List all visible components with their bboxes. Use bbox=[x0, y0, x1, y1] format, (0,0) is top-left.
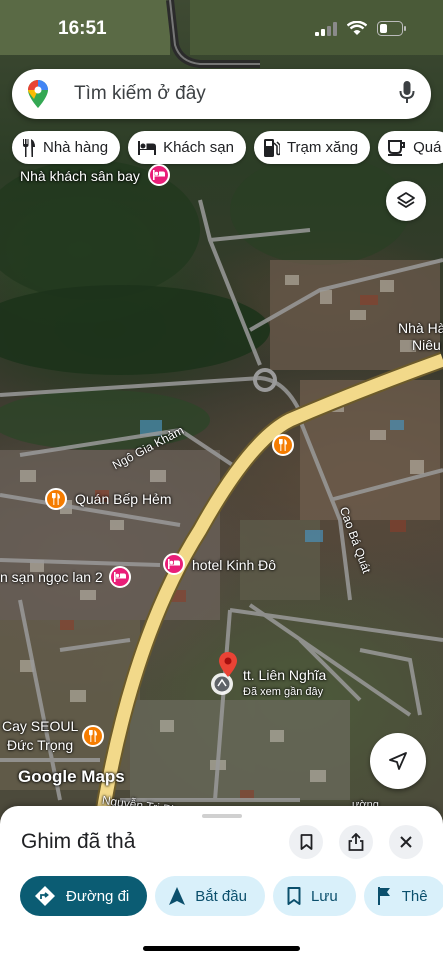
hotel-icon bbox=[138, 140, 157, 155]
chip-label: Quá bbox=[413, 139, 442, 156]
status-icons bbox=[315, 21, 407, 36]
flag-icon bbox=[377, 887, 390, 905]
microphone-icon[interactable] bbox=[399, 81, 415, 105]
search-input[interactable]: Tìm kiếm ở đây bbox=[74, 83, 206, 105]
chip-cafes[interactable]: Quá bbox=[378, 131, 443, 164]
save-button[interactable]: Lưu bbox=[272, 876, 356, 916]
battery-icon bbox=[377, 21, 406, 36]
poi-label[interactable]: Nhà Hà bbox=[398, 320, 443, 336]
save-bookmark-button[interactable] bbox=[289, 825, 323, 859]
map-layers-button[interactable] bbox=[386, 181, 426, 221]
map-canvas bbox=[0, 0, 443, 830]
location-arrow-icon bbox=[389, 752, 407, 770]
gas-station-icon bbox=[263, 138, 280, 157]
sheet-title: Ghim đã thả bbox=[21, 830, 136, 853]
status-time: 16:51 bbox=[58, 18, 107, 39]
google-maps-pin-logo-icon bbox=[28, 80, 48, 108]
restaurant-poi-icon[interactable] bbox=[82, 725, 104, 747]
chip-label: Trạm xăng bbox=[286, 139, 359, 156]
google-maps-attribution: Google Maps bbox=[18, 767, 125, 786]
poi-label[interactable]: Quán Bếp Hẻm bbox=[75, 491, 172, 507]
chip-restaurants[interactable]: Nhà hàng bbox=[12, 131, 121, 164]
chip-gas-stations[interactable]: Trạm xăng bbox=[253, 131, 371, 164]
poi-label[interactable]: Niêu bbox=[412, 337, 441, 353]
chip-label: Nhà hàng bbox=[43, 139, 109, 156]
bookmark-icon bbox=[287, 887, 301, 905]
poi-label[interactable]: n sạn ngọc lan 2 bbox=[0, 569, 103, 585]
directions-icon bbox=[35, 886, 55, 906]
poi-label[interactable]: hotel Kinh Đô bbox=[192, 557, 276, 573]
action-label: Đường đi bbox=[66, 887, 130, 905]
poi-label[interactable]: Nhà khách sân bay bbox=[20, 168, 140, 184]
layers-icon bbox=[397, 192, 415, 208]
hotel-poi-icon[interactable] bbox=[148, 164, 170, 186]
pin-label[interactable]: tt. Liên Nghĩa bbox=[243, 667, 326, 683]
action-label: Thê bbox=[401, 887, 428, 905]
search-bar[interactable]: Tìm kiếm ở đây bbox=[12, 69, 431, 119]
chip-hotels[interactable]: Khách sạn bbox=[128, 131, 246, 164]
hotel-poi-icon[interactable] bbox=[109, 566, 131, 588]
chip-label: Khách sạn bbox=[163, 139, 234, 156]
home-indicator bbox=[143, 946, 300, 951]
status-bar: 16:51 bbox=[0, 0, 443, 60]
navigation-arrow-icon bbox=[169, 887, 186, 905]
restaurant-icon bbox=[23, 138, 35, 157]
close-icon bbox=[400, 836, 412, 848]
start-navigation-button[interactable]: Bắt đầu bbox=[155, 876, 265, 916]
action-label: Lưu bbox=[310, 887, 338, 905]
cafe-icon bbox=[388, 139, 406, 156]
share-icon bbox=[348, 833, 364, 851]
drag-handle[interactable] bbox=[202, 814, 242, 818]
add-label-button[interactable]: Thê bbox=[363, 876, 443, 916]
pin-sublabel: Đã xem gần đây bbox=[243, 686, 324, 698]
wifi-icon bbox=[347, 21, 367, 35]
directions-button[interactable]: Đường đi bbox=[20, 876, 148, 916]
share-button[interactable] bbox=[339, 825, 373, 859]
close-button[interactable] bbox=[389, 825, 423, 859]
hotel-poi-icon[interactable] bbox=[163, 553, 185, 575]
my-location-button[interactable] bbox=[370, 733, 426, 789]
bookmark-icon bbox=[300, 834, 312, 850]
map-view[interactable]: 16:51 Tìm kiếm ở đây Nhà hàng Khách sạn … bbox=[0, 0, 443, 830]
poi-label[interactable]: Đức Trọng bbox=[7, 737, 73, 753]
restaurant-poi-icon[interactable] bbox=[45, 488, 67, 510]
action-label: Bắt đầu bbox=[195, 887, 247, 905]
bottom-sheet[interactable]: Ghim đã thả Đường đi Bắt đầu Lưu Thê bbox=[0, 806, 443, 960]
action-buttons: Đường đi Bắt đầu Lưu Thê bbox=[20, 876, 443, 916]
poi-label[interactable]: Cay SEOUL bbox=[2, 718, 78, 734]
category-chips: Nhà hàng Khách sạn Trạm xăng Quá bbox=[12, 131, 443, 165]
restaurant-poi-icon[interactable] bbox=[272, 434, 294, 456]
cellular-signal-icon bbox=[315, 21, 337, 36]
